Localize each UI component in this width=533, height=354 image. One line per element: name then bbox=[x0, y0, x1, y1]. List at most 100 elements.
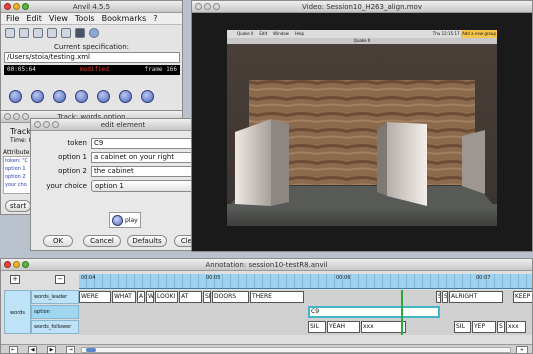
annotation-cell[interactable]: SIL bbox=[454, 321, 471, 333]
minimize-button[interactable] bbox=[13, 261, 20, 268]
step-back-button[interactable] bbox=[31, 90, 44, 103]
annotation-cell[interactable]: xxx bbox=[361, 321, 406, 333]
window-controls bbox=[195, 3, 220, 10]
globe-icon[interactable] bbox=[89, 28, 99, 38]
annotation-cell[interactable]: W bbox=[146, 291, 154, 303]
first-page-button[interactable]: ⇤ bbox=[9, 346, 18, 353]
anvil-main-window: Anvil 4.5.5 File Edit View Tools Bookmar… bbox=[0, 0, 183, 112]
network-icon[interactable] bbox=[47, 28, 57, 38]
annotation-window: Annotation: session10-testR8.anvil + − 0… bbox=[0, 258, 533, 354]
start-button[interactable]: start bbox=[5, 200, 31, 212]
folder-icon[interactable] bbox=[5, 28, 15, 38]
inner-menubar: Quake II Edit Window Help Thu 12:15:17 A… bbox=[227, 30, 497, 38]
annotation-cell[interactable]: YEAH bbox=[327, 321, 360, 333]
expand-button[interactable]: + bbox=[10, 275, 20, 284]
prev-page-button[interactable]: ◀ bbox=[28, 346, 37, 353]
forward-button[interactable] bbox=[97, 90, 110, 103]
inner-tag: Add a new group bbox=[461, 30, 497, 38]
play-circle-icon bbox=[112, 214, 123, 226]
play-control[interactable]: play bbox=[109, 212, 141, 228]
edit-element-titlebar[interactable]: edit element bbox=[31, 119, 215, 131]
window-controls bbox=[4, 261, 29, 268]
window-title: Anvil 4.5.5 bbox=[72, 3, 111, 11]
annotation-cell[interactable]: WERE bbox=[79, 291, 111, 303]
annotation-cell[interactable]: SI bbox=[203, 291, 211, 303]
minimize-button[interactable] bbox=[13, 113, 20, 120]
minimize-button[interactable] bbox=[204, 3, 211, 10]
tracks-area[interactable]: WERE WHAT A W LOOKI AT SI DOORS THERE S … bbox=[79, 290, 532, 335]
menu-view[interactable]: View bbox=[49, 13, 68, 24]
anvil-main-titlebar[interactable]: Anvil 4.5.5 bbox=[1, 1, 182, 13]
zoom-control[interactable]: + bbox=[516, 346, 528, 353]
menu-edit[interactable]: Edit bbox=[26, 13, 42, 24]
annotation-cell[interactable]: S bbox=[442, 291, 448, 303]
end-button[interactable] bbox=[141, 90, 154, 103]
window-controls bbox=[4, 113, 29, 120]
cancel-button[interactable]: Cancel bbox=[83, 235, 121, 247]
window-title: Annotation: session10-testR8.anvil bbox=[205, 261, 328, 269]
video-titlebar[interactable]: Video: Session10_H263_align.mov bbox=[192, 1, 532, 13]
annotation-cell[interactable]: xxx bbox=[506, 321, 526, 333]
zoom-button[interactable] bbox=[52, 121, 59, 128]
minimize-button[interactable] bbox=[43, 121, 50, 128]
playback-cursor[interactable] bbox=[401, 290, 403, 335]
zoom-button[interactable] bbox=[213, 3, 220, 10]
binoculars-icon[interactable] bbox=[75, 28, 85, 38]
status-bar: 00:05:64 modified frame 166 bbox=[4, 65, 180, 75]
collapse-button[interactable]: − bbox=[55, 275, 65, 284]
close-button[interactable] bbox=[4, 261, 11, 268]
ruler-label: 00:06 bbox=[336, 275, 351, 281]
zoom-button[interactable] bbox=[22, 261, 29, 268]
time-ruler[interactable]: 00:04 00:05 00:06 00:07 bbox=[79, 274, 532, 289]
close-button[interactable] bbox=[4, 3, 11, 10]
step-forward-button[interactable] bbox=[119, 90, 132, 103]
menu-file[interactable]: File bbox=[6, 13, 19, 24]
last-page-button[interactable]: ⇥ bbox=[66, 346, 75, 353]
minimize-button[interactable] bbox=[13, 3, 20, 10]
close-button[interactable] bbox=[34, 121, 41, 128]
close-button[interactable] bbox=[4, 113, 11, 120]
video-frame[interactable]: Quake II Edit Window Help Thu 12:15:17 A… bbox=[227, 30, 497, 226]
annotation-cell[interactable]: KEEP bbox=[513, 291, 532, 303]
window-title: edit element bbox=[100, 121, 146, 129]
tier-label-words-follower[interactable]: words_follower bbox=[31, 320, 79, 334]
option1-label: option 1 bbox=[58, 153, 87, 161]
ruler-label: 00:05 bbox=[206, 275, 221, 281]
annotation-cell[interactable]: LOOKI bbox=[155, 291, 178, 303]
play-button[interactable] bbox=[75, 90, 88, 103]
annotation-cell[interactable]: SIL bbox=[308, 321, 326, 333]
annotation-cell[interactable]: AT bbox=[179, 291, 202, 303]
annotation-cell[interactable]: ALRIGHT bbox=[449, 291, 503, 303]
annotation-cell[interactable]: S bbox=[497, 321, 505, 333]
frame-indicator: frame 166 bbox=[144, 66, 177, 73]
track-label: Track bbox=[10, 127, 31, 136]
next-page-button[interactable]: ▶ bbox=[47, 346, 56, 353]
menu-help[interactable]: ? bbox=[153, 13, 157, 24]
horizontal-scrollbar[interactable] bbox=[81, 347, 511, 353]
annotation-cell[interactable]: S bbox=[436, 291, 441, 303]
back-button[interactable] bbox=[53, 90, 66, 103]
menu-tools[interactable]: Tools bbox=[75, 13, 95, 24]
scroll-thumb[interactable] bbox=[86, 348, 96, 352]
annotation-cell[interactable]: THERE bbox=[250, 291, 304, 303]
tier-label-words-leader[interactable]: words_leader bbox=[31, 290, 79, 304]
annotation-cell[interactable]: YEP bbox=[472, 321, 496, 333]
print-icon[interactable] bbox=[33, 28, 43, 38]
spec-path-field[interactable]: /Users/stoia/testing.xml bbox=[4, 52, 180, 63]
close-button[interactable] bbox=[195, 3, 202, 10]
save-icon[interactable] bbox=[19, 28, 29, 38]
annotation-cell[interactable]: A bbox=[137, 291, 145, 303]
zoom-button[interactable] bbox=[22, 3, 29, 10]
defaults-button[interactable]: Defaults bbox=[127, 235, 167, 247]
menu-bookmarks[interactable]: Bookmarks bbox=[102, 13, 147, 24]
annotation-cell[interactable]: WHAT bbox=[112, 291, 136, 303]
annotation-cell-selected[interactable]: C9 bbox=[308, 306, 440, 318]
spec-label: Current specification: bbox=[53, 43, 130, 51]
zoom-button[interactable] bbox=[22, 113, 29, 120]
print-alt-icon[interactable] bbox=[61, 28, 71, 38]
ok-button[interactable]: OK bbox=[43, 235, 73, 247]
rewind-button[interactable] bbox=[9, 90, 22, 103]
annotation-cell[interactable]: DOORS bbox=[212, 291, 249, 303]
tier-label-option[interactable]: option bbox=[31, 305, 79, 319]
annotation-titlebar[interactable]: Annotation: session10-testR8.anvil bbox=[1, 259, 532, 271]
